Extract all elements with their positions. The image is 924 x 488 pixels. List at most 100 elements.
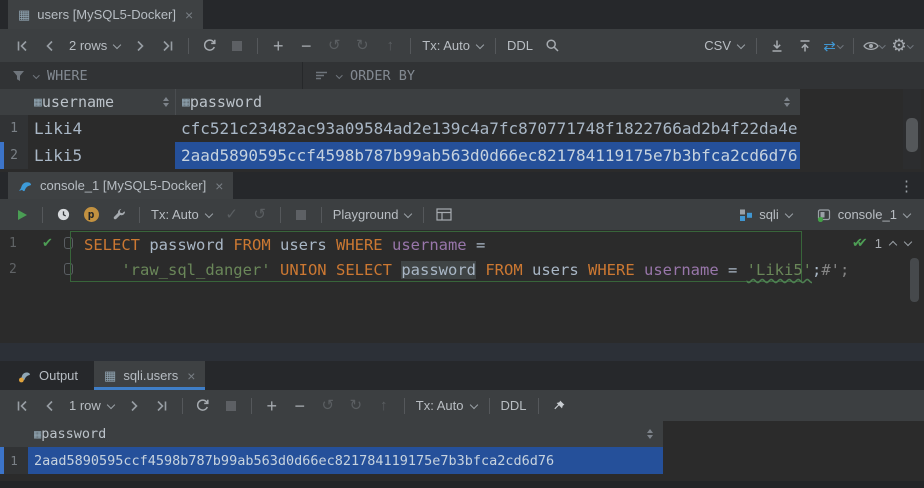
- last-page-button[interactable]: [150, 394, 174, 418]
- prev-page-button[interactable]: [38, 394, 62, 418]
- filter-funnel-icon: [12, 70, 25, 82]
- order-by-filter[interactable]: ORDER BY: [303, 62, 427, 89]
- where-filter[interactable]: WHERE: [0, 62, 303, 89]
- schema-dropdown[interactable]: sqli: [734, 207, 798, 222]
- rollback-button[interactable]: ↺: [248, 203, 272, 227]
- close-tab-icon[interactable]: ×: [187, 368, 195, 384]
- sql-token: [271, 261, 280, 279]
- query-history-button[interactable]: [51, 203, 75, 227]
- sql-token: password: [140, 236, 233, 254]
- playground-label: Playground: [333, 207, 399, 222]
- table-row[interactable]: 1 Liki4 cfc521c23482ac93a09584ad2e139c4a…: [0, 115, 924, 142]
- next-page-button[interactable]: [122, 394, 146, 418]
- search-button[interactable]: [540, 34, 564, 58]
- cell-username[interactable]: Liki4: [28, 115, 175, 142]
- compare-sync-button[interactable]: ⇄: [821, 34, 845, 58]
- add-row-button[interactable]: +: [260, 394, 284, 418]
- row-count-dropdown[interactable]: 2 rows: [64, 38, 126, 53]
- table-row[interactable]: 2 Liki5 2aad5890595ccf4598b787b99ab563d0…: [0, 142, 924, 169]
- export-data-button[interactable]: [765, 34, 789, 58]
- reload-data-button[interactable]: [191, 394, 215, 418]
- cell-password-selected[interactable]: 2aad5890595ccf4598b787b99ab563d0d66ec821…: [28, 447, 663, 474]
- scrollbar-thumb[interactable]: [906, 118, 918, 152]
- sql-line-1[interactable]: SELECT password FROM users WHERE usernam…: [84, 233, 485, 258]
- selected-row-marker: [0, 142, 4, 169]
- column-icon: ▦: [34, 96, 42, 109]
- output-layout-button[interactable]: [432, 203, 456, 227]
- editor-scrollbar-thumb[interactable]: [910, 258, 919, 302]
- sql-token: username: [383, 236, 476, 254]
- delete-row-button[interactable]: −: [288, 394, 312, 418]
- stop-button[interactable]: [289, 203, 313, 227]
- sql-token: =: [728, 261, 747, 279]
- grid-filter-row: WHERE ORDER BY: [0, 62, 924, 89]
- tab-sqli-users-result[interactable]: ▦ sqli.users ×: [94, 361, 205, 390]
- inspection-widget[interactable]: ✔✔ 1: [852, 235, 912, 251]
- editor-footer-band: [0, 343, 924, 361]
- add-row-button[interactable]: +: [266, 34, 290, 58]
- revert-button[interactable]: ↻: [344, 394, 368, 418]
- play-icon: [15, 208, 29, 222]
- stop-button[interactable]: [225, 34, 249, 58]
- first-page-button[interactable]: [10, 394, 34, 418]
- prev-problem-icon[interactable]: [889, 239, 897, 247]
- column-header-password[interactable]: ▦ password: [28, 421, 663, 447]
- next-page-button[interactable]: [128, 34, 152, 58]
- pin-tab-button[interactable]: [547, 394, 571, 418]
- export-format-dropdown[interactable]: CSV: [699, 38, 750, 53]
- tx-mode-dropdown[interactable]: Tx: Auto: [417, 38, 489, 53]
- cell-username[interactable]: Liki5: [28, 142, 175, 169]
- tx-mode-dropdown[interactable]: Tx: Auto: [146, 207, 218, 222]
- stop-icon: [226, 401, 236, 411]
- session-dropdown[interactable]: console_1: [812, 207, 916, 222]
- order-by-label: ORDER BY: [350, 68, 415, 84]
- cell-password-selected[interactable]: 2aad5890595ccf4598b787b99ab563d0d66ec821…: [175, 142, 800, 169]
- tx-mode-dropdown[interactable]: Tx: Auto: [411, 398, 483, 413]
- revert-button[interactable]: ↻: [350, 34, 374, 58]
- undo-icon: ↺: [328, 38, 341, 53]
- delete-row-button[interactable]: −: [294, 34, 318, 58]
- column-header-password[interactable]: ▦ password: [175, 89, 800, 115]
- tab-users-grid[interactable]: ▦ users [MySQL5-Docker] ×: [8, 0, 203, 29]
- last-page-button[interactable]: [156, 34, 180, 58]
- playground-dropdown[interactable]: Playground: [328, 207, 418, 222]
- submit-button[interactable]: ↑: [378, 34, 402, 58]
- chevron-down-icon: [404, 211, 412, 219]
- close-tab-icon[interactable]: ×: [215, 178, 223, 194]
- sql-line-2[interactable]: 'raw_sql_danger' UNION SELECT password F…: [84, 258, 849, 283]
- run-success-icon[interactable]: ✔: [42, 235, 53, 251]
- tab-output[interactable]: Output: [8, 361, 88, 390]
- import-data-button[interactable]: [793, 34, 817, 58]
- console-settings-button[interactable]: [107, 203, 131, 227]
- close-tab-icon[interactable]: ×: [185, 7, 193, 23]
- sort-icon: [647, 429, 653, 439]
- table-row[interactable]: 1 2aad5890595ccf4598b787b99ab563d0d66ec8…: [0, 447, 924, 474]
- commit-button[interactable]: ✓: [220, 203, 244, 227]
- undo-button[interactable]: ↺: [316, 394, 340, 418]
- pin-icon: [552, 399, 566, 413]
- sql-token: =: [476, 236, 485, 254]
- reload-data-button[interactable]: [197, 34, 221, 58]
- execute-button[interactable]: [10, 203, 34, 227]
- grid-scrollbar[interactable]: [903, 89, 921, 169]
- ddl-button[interactable]: DDL: [496, 398, 532, 413]
- prev-page-button[interactable]: [38, 34, 62, 58]
- sql-editor[interactable]: 1 2 ✔ SELECT password FROM users WHERE u…: [0, 230, 924, 343]
- settings-button[interactable]: ⚙: [890, 34, 914, 58]
- cell-password[interactable]: cfc521c23482ac93a09584ad2e139c4a7fc87077…: [175, 115, 800, 142]
- undo-button[interactable]: ↺: [322, 34, 346, 58]
- tab-console[interactable]: console_1 [MySQL5-Docker] ×: [8, 172, 233, 199]
- more-options-icon[interactable]: ⋮: [889, 177, 924, 195]
- parameters-button[interactable]: p: [79, 203, 103, 227]
- ddl-button[interactable]: DDL: [502, 38, 538, 53]
- column-header-username[interactable]: ▦ username: [28, 89, 175, 115]
- next-problem-icon[interactable]: [904, 239, 912, 247]
- submit-button[interactable]: ↑: [372, 394, 396, 418]
- line-number: 2: [9, 262, 17, 277]
- row-count-dropdown[interactable]: 1 row: [64, 398, 120, 413]
- first-page-button[interactable]: [10, 34, 34, 58]
- stop-button[interactable]: [219, 394, 243, 418]
- view-options-button[interactable]: [862, 34, 886, 58]
- sql-token: ;: [812, 261, 821, 279]
- chevron-down-icon: [33, 73, 39, 78]
